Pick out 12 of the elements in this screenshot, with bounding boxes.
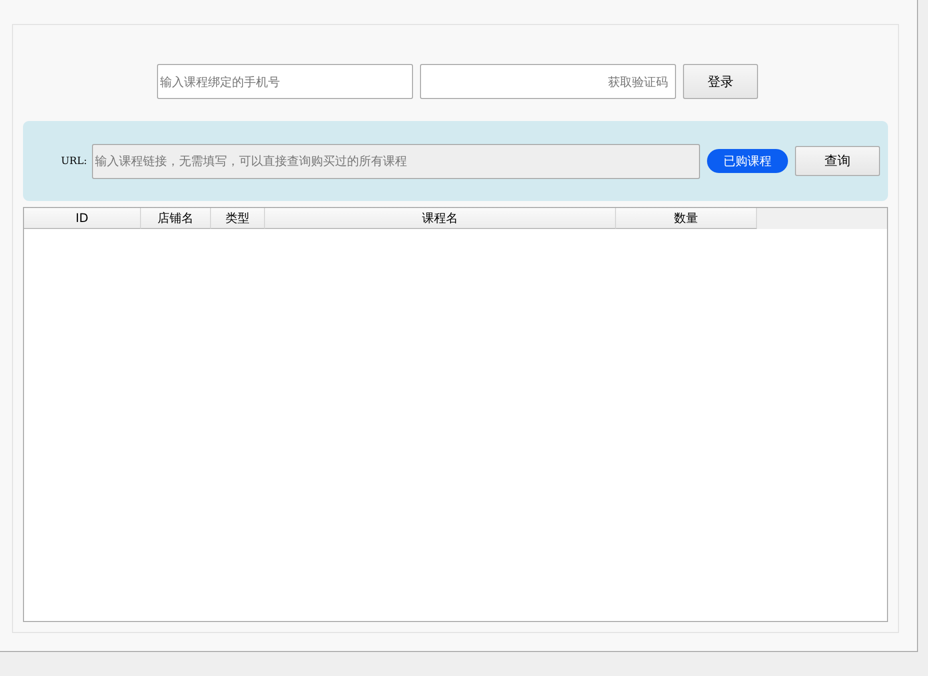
query-button[interactable]: 查询 (795, 146, 880, 176)
url-input[interactable]: 输入课程链接，无需填写，可以直接查询购买过的所有课程 (92, 144, 700, 178)
column-header[interactable]: 类型 (211, 208, 265, 229)
column-header[interactable]: 课程名 (265, 208, 616, 229)
phone-input[interactable]: 输入课程绑定的手机号 (157, 64, 413, 99)
login-button[interactable]: 登录 (683, 64, 758, 99)
column-header[interactable]: ID (24, 208, 141, 229)
column-header[interactable]: 数量 (616, 208, 757, 229)
column-header[interactable]: 店铺名 (141, 208, 211, 229)
purchased-courses-button[interactable]: 已购课程 (707, 149, 788, 173)
verification-code-input[interactable]: 获取验证码 (420, 64, 676, 99)
url-label: URL: (61, 156, 88, 166)
